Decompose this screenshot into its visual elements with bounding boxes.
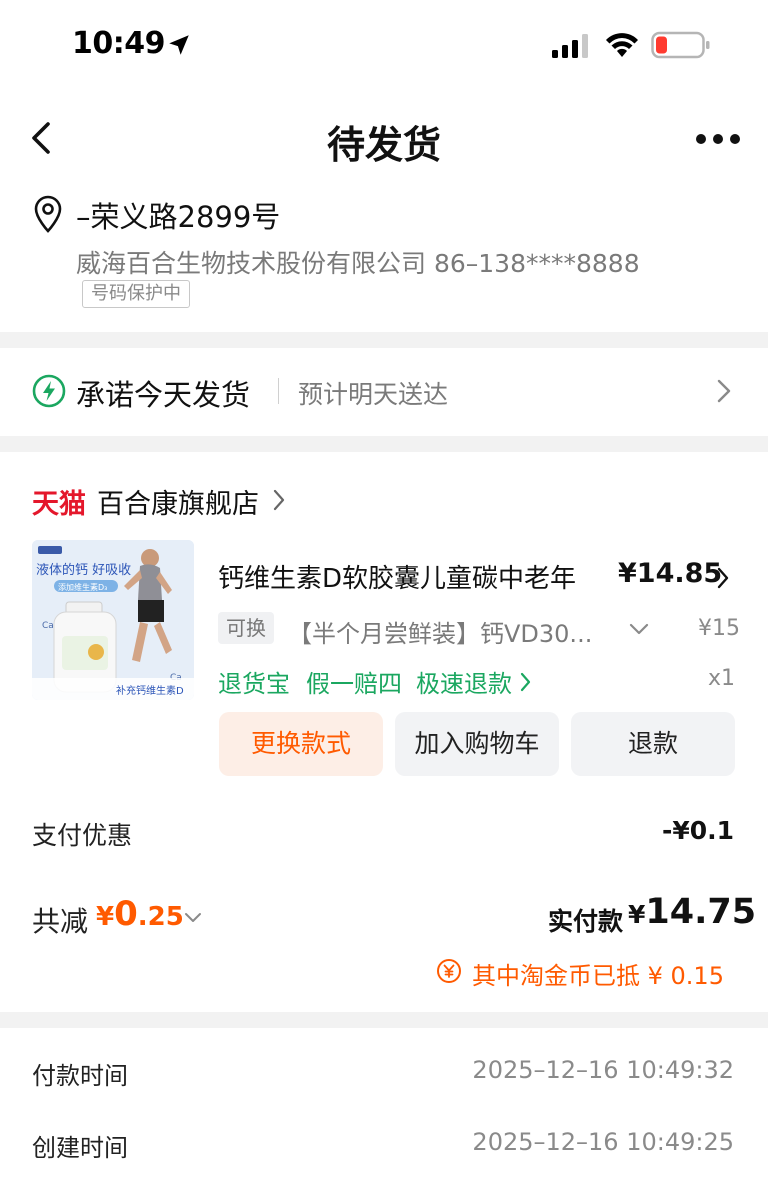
add-to-cart-button[interactable]: 加入购物车 [395,712,559,776]
variant-original-price: ¥15 [698,616,740,641]
service-return-insurance[interactable]: 退货宝 [218,664,290,699]
address-recipient: 威海百合生物技术股份有限公司 86–138****8888 [76,249,640,278]
status-bar: 10:49 [0,0,768,90]
amount-paid-label: 实付款 [548,907,624,936]
chevron-right-icon[interactable] [520,672,532,692]
address-street: –荣义路2899号 [76,200,281,234]
lightning-icon [32,374,66,408]
product-quantity: x1 [708,666,736,691]
wifi-icon [606,33,638,57]
divider [0,332,768,348]
payment-discount-value: -¥0.1 [661,816,734,845]
payment-discount-label: 支付优惠 [32,821,133,850]
exchangeable-tag: 可换 [218,612,274,644]
created-time-value: 2025–12–16 10:49:25 [472,1128,734,1156]
payment-time-value: 2025–12–16 10:49:32 [472,1056,734,1084]
divider [0,1012,768,1028]
taobao-coin-icon [437,959,461,983]
service-fast-refund[interactable]: 极速退款 [416,664,512,699]
chevron-right-icon [717,379,731,403]
chevron-right-icon[interactable] [716,566,730,590]
location-arrow-icon [169,35,189,55]
product-image-bottom-text: 补充钙维生素D [116,684,184,697]
delivery-address[interactable]: –荣义路2899号 威海百合生物技术股份有限公司 86–138****8888 … [0,190,768,330]
product-variant[interactable]: 【半个月尝鲜装】钙VD30... [288,614,592,649]
battery-low-icon [651,31,710,59]
service-fake-compensation[interactable]: 假一赔四 [306,664,402,699]
product-image-subtext: 添加维生素D₃ [58,582,107,592]
phone-protection-badge: 号码保护中 [82,280,190,308]
cellular-signal-icon [552,34,588,58]
store-name[interactable]: 百合康旗舰店 [97,482,259,521]
shipping-promise-row[interactable]: 承诺今天发货 预计明天送达 [0,348,768,436]
product-photo-icon: 液体的钙 好吸收 添加维生素D₃ Ca Ca 补充钙维生素D [32,540,194,700]
shipping-estimate: 预计明天送达 [298,380,449,409]
chevron-down-icon[interactable] [184,912,202,924]
created-time-label: 创建时间 [32,1134,128,1162]
refund-button[interactable]: 退款 [571,712,735,776]
more-options-icon[interactable] [696,134,740,144]
amount-paid-value: ¥14.75 [628,892,757,932]
chevron-down-icon[interactable] [628,622,650,636]
total-saved-label: 共减 [32,905,89,938]
payment-time-label: 付款时间 [32,1062,128,1090]
svg-text:Ca: Ca [42,621,54,631]
chevron-right-icon[interactable] [272,488,286,512]
shipping-promise-title: 承诺今天发货 [76,378,251,412]
location-pin-icon [34,195,62,233]
product-image-text: 液体的钙 好吸收 [36,562,131,578]
product-price: ¥14.85 [618,558,723,589]
page-title: 待发货 [326,123,441,167]
product-image[interactable]: 液体的钙 好吸收 添加维生素D₃ Ca Ca 补充钙维生素D [32,540,194,700]
taobao-coin-deduction: 其中淘金币已抵 ¥ 0.15 [472,962,724,990]
tmall-logo: 天猫 [32,489,86,520]
divider [0,436,768,452]
change-style-button[interactable]: 更换款式 [219,712,383,776]
nav-bar: 待发货 [0,100,768,180]
divider [278,378,279,404]
product-title[interactable]: 钙维生素D软胶囊儿童碳中老年 [218,558,576,595]
status-time: 10:49 [72,26,166,61]
total-saved-amount[interactable]: ¥0.25 [96,894,184,934]
